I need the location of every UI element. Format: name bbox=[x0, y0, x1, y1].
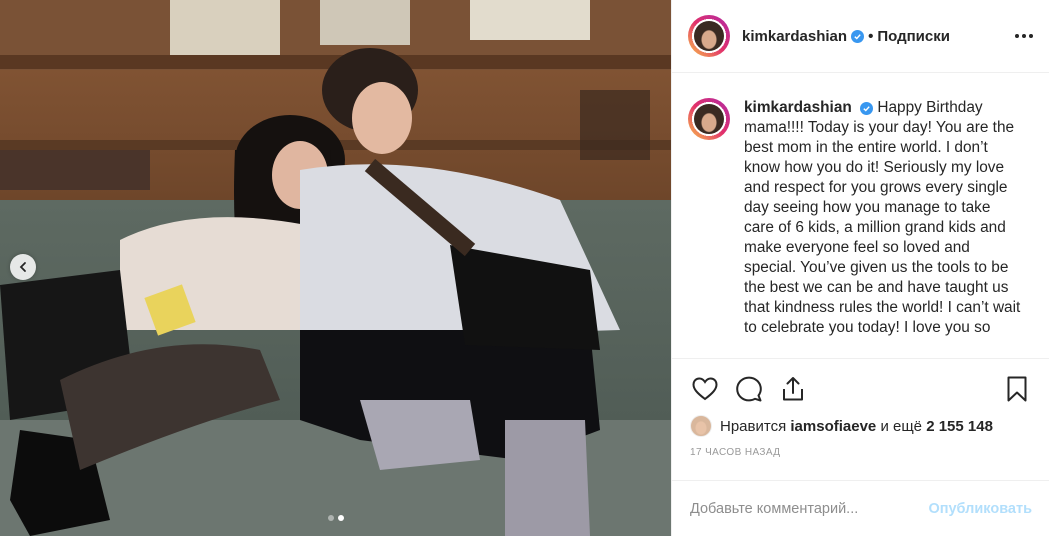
carousel-indicator bbox=[0, 515, 671, 521]
carousel-prev-button[interactable] bbox=[10, 254, 36, 280]
share-button[interactable] bbox=[778, 374, 808, 404]
publish-button[interactable]: Опубликовать bbox=[928, 501, 1032, 517]
photo-image bbox=[0, 0, 671, 536]
carousel-dot bbox=[327, 515, 334, 521]
author-username[interactable]: kimkardashian bbox=[742, 28, 847, 45]
bookmark-icon bbox=[1007, 376, 1027, 402]
post-photo[interactable] bbox=[0, 0, 671, 536]
actions-section: Нравится iamsofiaeve и ещё 2 155 148 17 … bbox=[672, 358, 1049, 488]
like-button[interactable] bbox=[690, 374, 720, 404]
comment-input[interactable] bbox=[690, 500, 929, 517]
save-button[interactable] bbox=[1002, 374, 1032, 404]
comment-bubble-icon bbox=[736, 376, 762, 402]
likes-summary: Нравится iamsofiaeve и ещё 2 155 148 bbox=[672, 405, 1049, 437]
author-avatar[interactable] bbox=[688, 15, 730, 57]
caption-username[interactable]: kimkardashian bbox=[744, 99, 852, 116]
caption-author-avatar[interactable] bbox=[688, 98, 730, 140]
verified-badge-icon bbox=[860, 102, 874, 115]
action-bar bbox=[672, 359, 1049, 405]
post-timestamp[interactable]: 17 часов назад bbox=[672, 437, 1049, 458]
header-separator: • bbox=[868, 27, 874, 45]
likes-joiner: и ещё bbox=[880, 417, 923, 435]
post-header: kimkardashian • Подписки bbox=[672, 0, 1049, 73]
carousel-dot-active bbox=[337, 515, 344, 521]
following-button[interactable]: Подписки bbox=[877, 28, 950, 45]
likes-prefix: Нравится bbox=[720, 417, 787, 435]
caption-body: Happy Birthday mama!!!! Today is your da… bbox=[744, 99, 1021, 336]
chevron-left-icon bbox=[19, 262, 26, 272]
liker-avatar[interactable] bbox=[690, 415, 712, 437]
caption-section: kimkardashian Happy Birthday mama!!!! To… bbox=[672, 74, 1049, 358]
comment-button[interactable] bbox=[734, 374, 764, 404]
liker-username[interactable]: iamsofiaeve bbox=[790, 418, 876, 435]
more-horizontal-icon[interactable] bbox=[1015, 28, 1033, 44]
post-side-panel: kimkardashian • Подписки kimkardashian H… bbox=[671, 0, 1049, 536]
share-icon bbox=[783, 377, 803, 401]
likes-count[interactable]: 2 155 148 bbox=[926, 418, 993, 435]
heart-icon bbox=[692, 377, 718, 401]
verified-badge-icon bbox=[851, 29, 865, 43]
caption-text: kimkardashian Happy Birthday mama!!!! To… bbox=[744, 98, 1024, 358]
comment-form: Опубликовать bbox=[672, 480, 1049, 536]
